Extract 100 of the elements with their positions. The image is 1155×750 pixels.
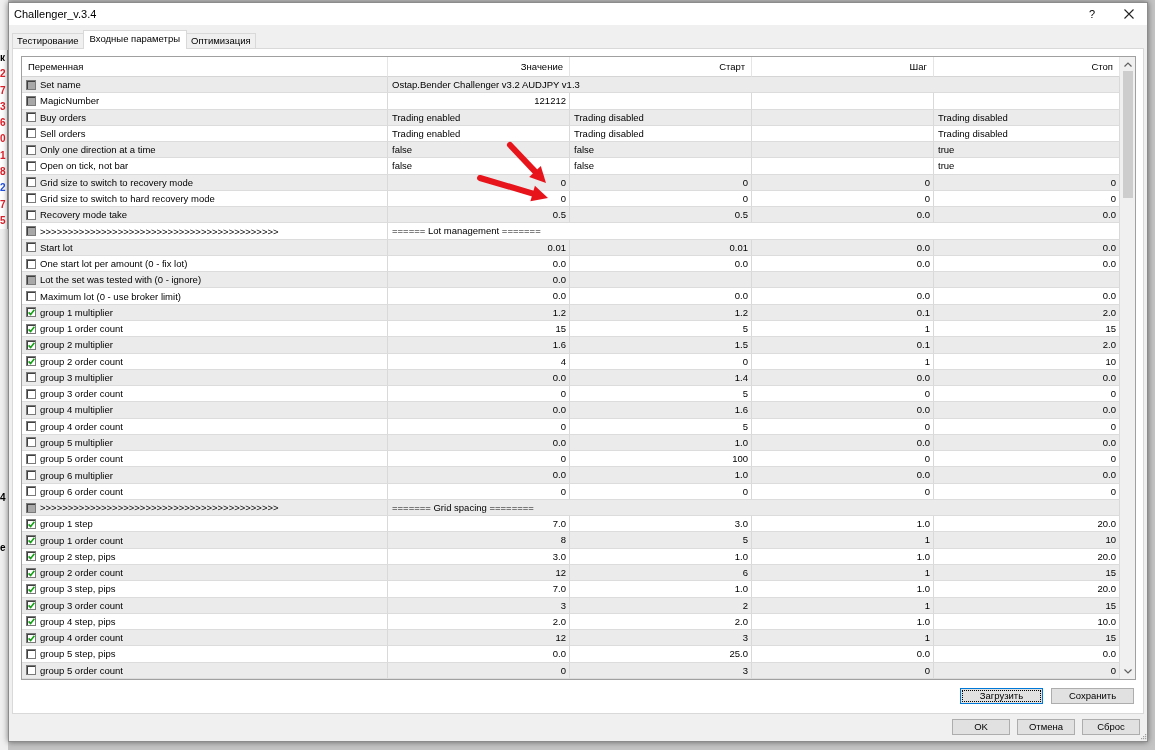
resize-grip-icon[interactable] — [1140, 733, 1147, 740]
parameter-name: Sell orders — [40, 126, 86, 140]
parameter-name: Grid size to switch to recovery mode — [40, 175, 194, 189]
table-row[interactable]: group 4 multiplier 0.0 1.6 0.0 0.0 — [22, 402, 1120, 419]
checkbox[interactable] — [26, 648, 36, 659]
checkbox[interactable] — [26, 421, 36, 432]
checkbox[interactable] — [26, 193, 36, 204]
parameter-name: Grid size to switch to hard recovery mode — [40, 192, 215, 205]
button[interactable]: Сохранить — [1051, 687, 1134, 704]
table-cell: 5 — [570, 418, 752, 435]
checkbox[interactable] — [26, 632, 36, 643]
table-row[interactable]: Recovery mode take 0.5 0.5 0.0 0.0 — [22, 207, 1120, 224]
parameter-name: >>>>>>>>>>>>>>>>>>>>>>>>>>>>>>>>>>>>>>>>>>> — [40, 224, 279, 238]
table-row[interactable]: Open on tick, not bar false false true — [22, 158, 1120, 175]
table-row[interactable]: group 2 multiplier 1.6 1.5 0.1 2.0 — [22, 337, 1120, 354]
table-row[interactable]: group 5 step, pips 0.0 25.0 0.0 0.0 — [22, 646, 1120, 663]
table-cell: 0.0 — [388, 288, 570, 305]
checkbox[interactable] — [26, 128, 36, 139]
checkbox[interactable] — [26, 437, 36, 448]
button[interactable]: Сброс — [1082, 719, 1140, 735]
checkmark-icon — [28, 358, 35, 366]
checkbox[interactable] — [26, 470, 36, 480]
checkbox[interactable] — [26, 665, 36, 676]
table-cell: ====== Lot management ======= — [388, 223, 1120, 240]
table-cell: 0 — [934, 418, 1120, 435]
button[interactable]: OK — [952, 719, 1010, 735]
text-fragment: к — [0, 51, 6, 65]
table-cell: 0.1 — [752, 337, 934, 354]
checkbox[interactable] — [26, 567, 36, 578]
table-cell: 0.0 — [934, 467, 1120, 484]
checkbox[interactable] — [26, 144, 36, 155]
table-cell: 0.0 — [388, 402, 570, 419]
checkbox[interactable] — [26, 388, 36, 399]
table-cell: 0.1 — [752, 304, 934, 321]
parameter-name: group 4 multiplier — [40, 403, 113, 417]
table-row[interactable]: group 4 order count 12 3 1 15 — [22, 630, 1120, 647]
table-row[interactable]: Maximum lot (0 - use broker limit) 0.0 0.0 0.0 0.0 — [22, 288, 1120, 305]
table-cell: 7.0 — [388, 581, 570, 598]
tab[interactable]: Тестирование — [12, 33, 84, 48]
table-cell: 0.0 — [752, 467, 934, 484]
parameter-name: group 1 order count — [40, 533, 123, 547]
parameter-name: group 2 order count — [40, 354, 123, 368]
table-row[interactable]: Only one direction at a time false false true — [22, 142, 1120, 159]
checkbox[interactable] — [26, 356, 36, 367]
table-cell: 3 — [570, 662, 752, 679]
table-cell: Trading disabled — [934, 109, 1120, 126]
table-row[interactable]: group 5 order count 0 100 0 0 — [22, 451, 1120, 468]
table-cell: 1.6 — [388, 337, 570, 354]
table-cell: 0 — [934, 662, 1120, 679]
table-row[interactable]: group 3 step, pips 7.0 1.0 1.0 20.0 — [22, 581, 1120, 598]
window-title: Challenger_v.3.4 — [13, 8, 98, 20]
text-fragment: 2 — [0, 67, 7, 82]
table-cell: 25.0 — [570, 646, 752, 663]
chevron-up-icon[interactable] — [1123, 61, 1132, 67]
checkbox[interactable] — [26, 453, 36, 464]
parameter-name: group 2 step, pips — [40, 549, 116, 563]
checkbox[interactable] — [26, 518, 36, 529]
checkbox[interactable] — [26, 339, 36, 350]
parameter-name: MagicNumber — [40, 94, 100, 108]
checkbox[interactable] — [26, 242, 36, 253]
button[interactable]: Отмена — [1017, 719, 1075, 735]
checkbox[interactable] — [26, 291, 36, 302]
checkbox[interactable] — [26, 112, 36, 123]
parameter-name: group 4 step, pips — [40, 614, 116, 628]
tab[interactable]: Входные параметры — [82, 30, 188, 49]
checkbox[interactable] — [26, 535, 36, 546]
checkbox[interactable] — [26, 307, 36, 318]
scrollbar-thumb[interactable] — [1122, 71, 1133, 198]
checkbox[interactable] — [26, 551, 36, 562]
checkbox[interactable] — [26, 372, 36, 383]
scrollbar[interactable] — [1120, 57, 1135, 679]
checkbox[interactable] — [26, 583, 36, 594]
checkbox[interactable] — [26, 258, 36, 269]
table-cell: 10 — [934, 532, 1120, 549]
table-cell: 0.0 — [934, 239, 1120, 256]
table-cell: 2 — [570, 597, 752, 614]
button[interactable]: Загрузить — [960, 687, 1043, 704]
checkbox[interactable] — [26, 600, 36, 611]
table-cell: 0.0 — [570, 288, 752, 305]
table-cell: 4 — [388, 353, 570, 370]
table-row[interactable]: group 1 order count 8 5 1 10 — [22, 532, 1120, 549]
table-cell: 0 — [934, 174, 1120, 191]
checkbox[interactable] — [26, 404, 36, 415]
checkbox[interactable] — [26, 209, 36, 220]
checkbox[interactable] — [26, 486, 36, 497]
parameter-name: group 2 multiplier — [40, 338, 113, 352]
checkbox[interactable] — [26, 160, 36, 171]
close-icon — [1123, 9, 1134, 19]
checkbox[interactable] — [26, 323, 36, 334]
table-row[interactable]: group 3 order count 0 5 0 0 — [22, 386, 1120, 403]
table-cell: 1.2 — [388, 304, 570, 321]
checkbox[interactable] — [26, 177, 36, 188]
table-row[interactable]: group 6 multiplier 0.0 1.0 0.0 0.0 — [22, 467, 1120, 484]
checkmark-icon — [28, 520, 35, 528]
tab[interactable]: Оптимизация — [186, 33, 256, 48]
chevron-down-icon[interactable] — [1123, 669, 1132, 675]
checkbox[interactable] — [26, 616, 36, 627]
parameter-name: group 6 multiplier — [40, 468, 113, 482]
table-row[interactable]: group 1 step 7.0 3.0 1.0 20.0 — [22, 516, 1120, 533]
table-cell: 0 — [570, 353, 752, 370]
